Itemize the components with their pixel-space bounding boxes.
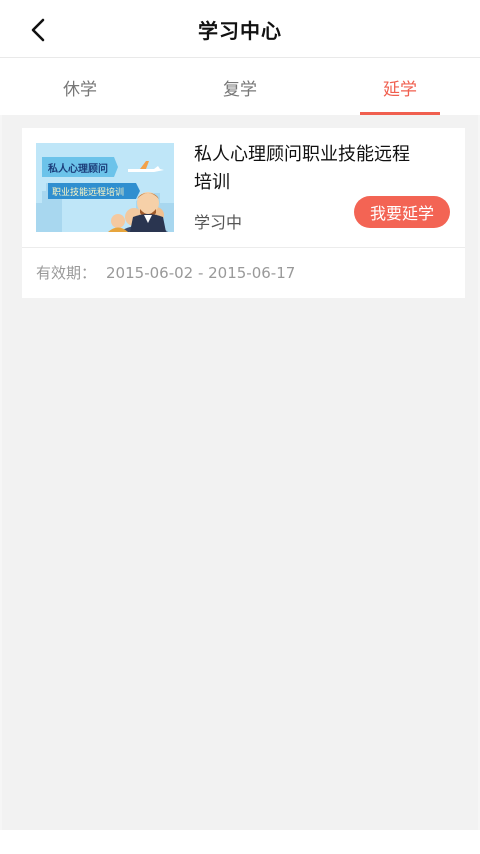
tab-bar: 休学 复学 延学 xyxy=(0,59,480,115)
course-thumbnail-art: 私人心理顾问 职业技能远程培训 xyxy=(36,143,174,232)
thumbnail-banner-subtitle: 职业技能远程培训 xyxy=(52,186,124,198)
page-title: 学习中心 xyxy=(198,19,282,43)
validity-label: 有效期： xyxy=(36,264,97,282)
course-thumbnail[interactable]: 私人心理顾问 职业技能远程培训 xyxy=(36,143,174,232)
tab-label: 复学 xyxy=(223,79,257,100)
tab-label: 休学 xyxy=(63,79,97,100)
tab-label: 延学 xyxy=(383,79,417,100)
validity-dates: 2015-06-02 - 2015-06-17 xyxy=(106,264,296,282)
course-card[interactable]: 私人心理顾问 职业技能远程培训 私人心理顾问职业技能远程培训 学习中 我要延学 … xyxy=(22,128,465,298)
app-root: 学习中心 休学 复学 延学 私人心理顾问 职业技能远程培训 私人心理顾问职业技能… xyxy=(0,0,480,854)
tab-extend[interactable]: 延学 xyxy=(320,59,480,115)
content-area[interactable]: 私人心理顾问 职业技能远程培训 私人心理顾问职业技能远程培训 学习中 我要延学 … xyxy=(0,115,480,830)
header-bar: 学习中心 xyxy=(0,0,480,58)
tab-resume[interactable]: 复学 xyxy=(160,59,320,115)
course-summary: 私人心理顾问 职业技能远程培训 私人心理顾问职业技能远程培训 学习中 我要延学 xyxy=(22,128,465,248)
course-status: 学习中 xyxy=(194,213,243,232)
bottom-strip xyxy=(0,830,480,854)
validity-period: 有效期： 2015-06-02 - 2015-06-17 xyxy=(36,262,295,283)
course-title[interactable]: 私人心理顾问职业技能远程培训 xyxy=(194,141,414,197)
tab-suspend[interactable]: 休学 xyxy=(0,59,160,115)
thumbnail-banner-title: 私人心理顾问 xyxy=(47,162,108,175)
extend-study-button[interactable]: 我要延学 xyxy=(354,196,450,228)
